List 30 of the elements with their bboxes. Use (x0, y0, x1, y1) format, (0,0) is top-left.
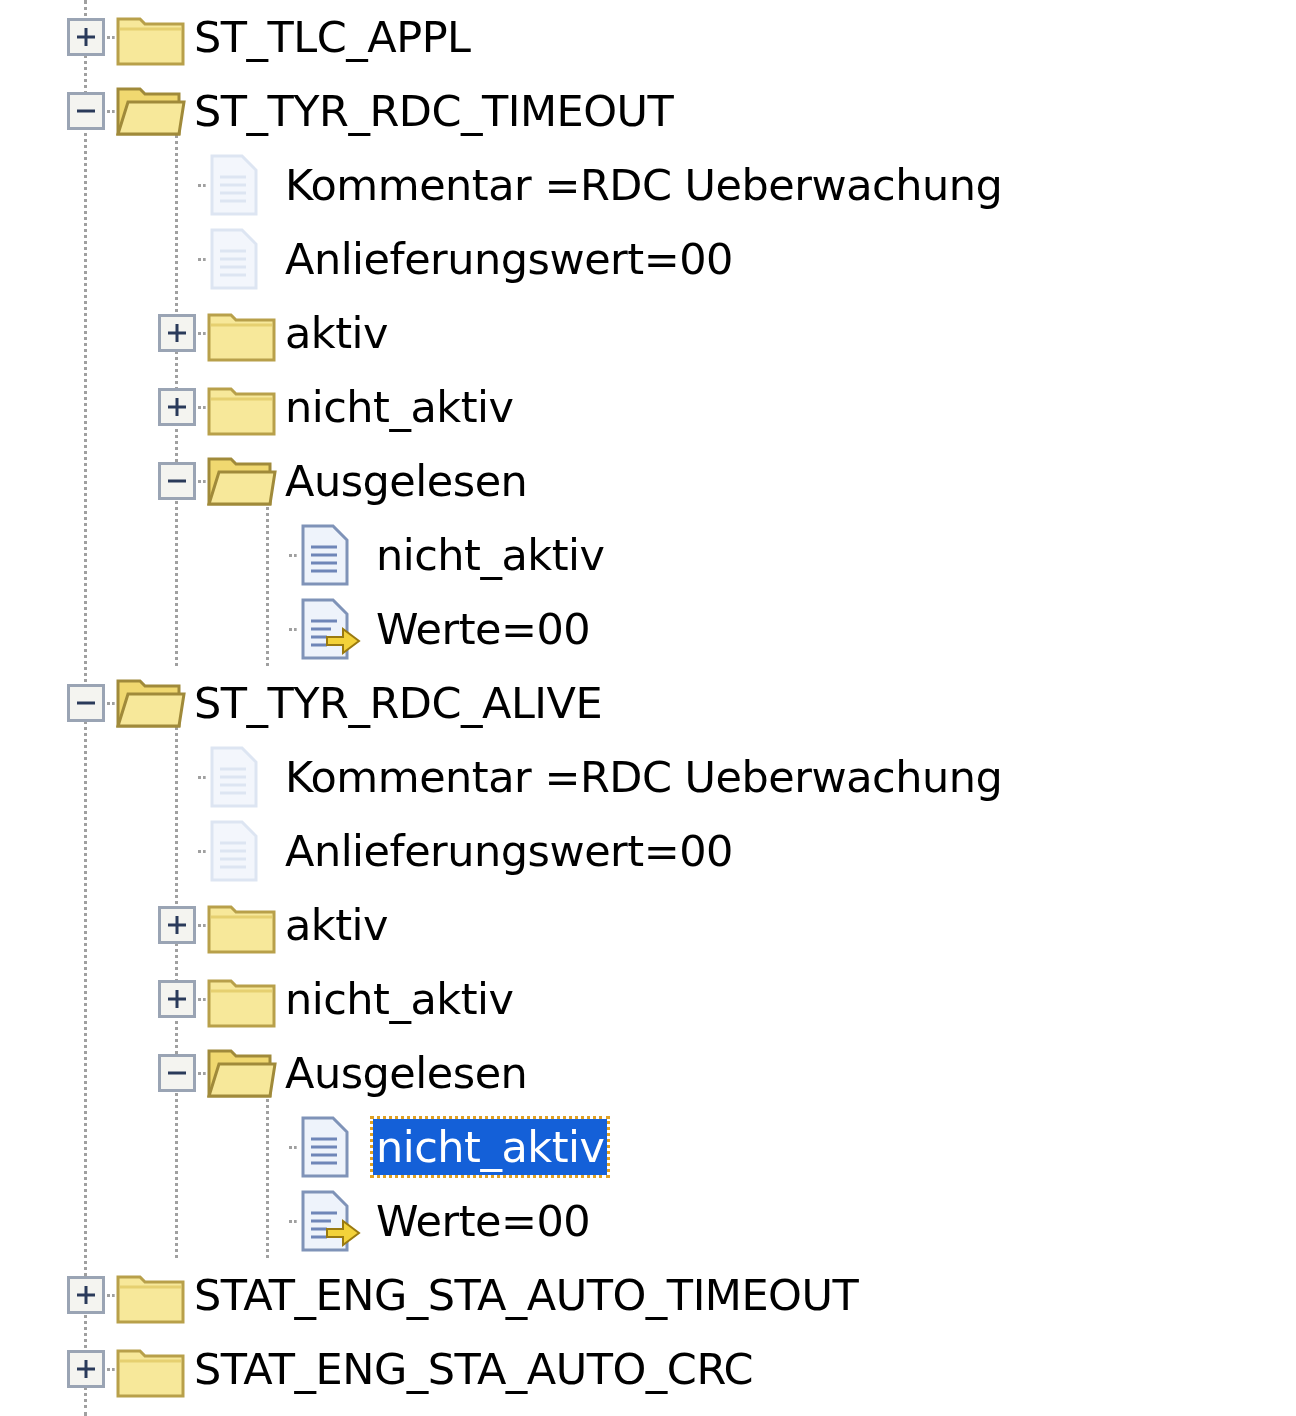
tree-item[interactable]: Werte=00 (373, 1193, 594, 1249)
expander-icon[interactable] (158, 906, 196, 944)
tree-item[interactable]: Werte=00 (373, 601, 594, 657)
tree-item[interactable]: nicht_aktiv (373, 527, 608, 583)
expander-icon[interactable] (158, 462, 196, 500)
tree-item[interactable]: Anlieferungswert=00 (282, 823, 736, 879)
expander-icon[interactable] (158, 980, 196, 1018)
expander-icon[interactable] (158, 1054, 196, 1092)
tree-item[interactable]: ST_TYR_RDC_ALIVE (191, 675, 606, 731)
tree-item[interactable]: STAT_ENG_STA_AUTO_TIMEOUT (191, 1267, 862, 1323)
tree-item[interactable]: aktiv (282, 305, 391, 361)
tree-item[interactable]: nicht_aktiv (282, 971, 517, 1027)
tree-item[interactable]: Anlieferungswert=00 (282, 231, 736, 287)
expander-icon[interactable] (67, 684, 105, 722)
tree-item[interactable]: ST_TLC_APPL (191, 9, 474, 65)
tree-item[interactable]: Ausgelesen (282, 453, 531, 509)
expander-icon[interactable] (158, 388, 196, 426)
tree-item[interactable]: ST_TYR_RDC_TIMEOUT (191, 83, 677, 139)
expander-icon[interactable] (67, 18, 105, 56)
tree-item[interactable]: Kommentar =RDC Ueberwachung (282, 157, 1006, 213)
tree-item[interactable]: STAT_ENG_STA_AUTO_CRC (191, 1341, 757, 1397)
tree-item[interactable]: aktiv (282, 897, 391, 953)
expander-icon[interactable] (67, 1350, 105, 1388)
expander-icon[interactable] (67, 1276, 105, 1314)
expander-icon[interactable] (67, 92, 105, 130)
tree-item[interactable]: Kommentar =RDC Ueberwachung (282, 749, 1006, 805)
expander-icon[interactable] (158, 314, 196, 352)
tree-item[interactable]: nicht_aktiv (373, 1119, 608, 1175)
tree-item[interactable]: nicht_aktiv (282, 379, 517, 435)
tree-item[interactable]: Ausgelesen (282, 1045, 531, 1101)
